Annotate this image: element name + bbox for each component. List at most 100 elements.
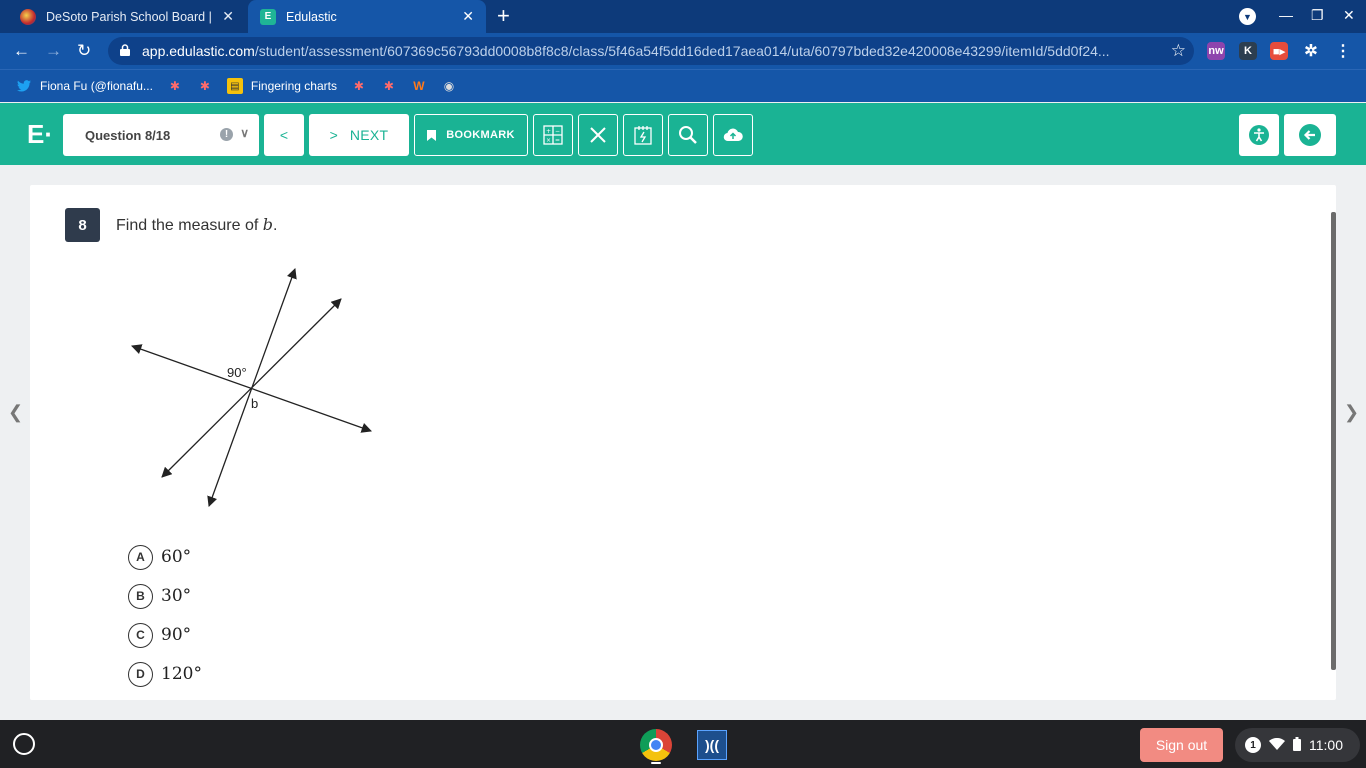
chrome-app-icon[interactable] [640, 729, 672, 761]
browser-toolbar: ← → ↻ app.edulastic.com/student/assessme… [0, 33, 1366, 69]
magnifier-button[interactable] [668, 114, 708, 156]
bookmark-item[interactable]: W [411, 78, 435, 94]
close-tab-icon[interactable]: ✕ [462, 8, 474, 25]
extension-k-icon[interactable]: K [1239, 42, 1257, 60]
exit-assessment-button[interactable] [1284, 114, 1336, 156]
close-icon [590, 127, 606, 143]
intersecting-lines-figure: 90° b [131, 268, 372, 507]
browser-tab-edulastic[interactable]: E Edulastic ✕ [248, 0, 486, 33]
url-host: app.edulastic.com [142, 43, 255, 59]
answer-choice-d[interactable]: D 120° [128, 661, 202, 687]
desoto-favicon-icon [20, 8, 36, 25]
question-selector-label: Question 8/18 [85, 127, 171, 143]
question-stem: Find the measure of b. [116, 215, 277, 235]
status-tray[interactable]: 1 11:00 [1235, 728, 1360, 762]
choice-value: 30° [161, 586, 192, 606]
save-cloud-button[interactable] [713, 114, 753, 156]
bookmark-button[interactable]: BOOKMARK [414, 114, 528, 156]
close-window-icon[interactable]: ✕ [1343, 7, 1355, 24]
tab-search-icon[interactable]: ▼ [1239, 8, 1256, 25]
angle-label-90: 90° [227, 365, 247, 380]
edulastic-favicon-icon: E [260, 8, 276, 25]
chevron-right-icon: > [329, 127, 338, 143]
bookmark-favicon-2-icon: ✱ [199, 79, 210, 93]
previous-question-button[interactable]: < [264, 114, 304, 156]
question-selector[interactable]: Question 8/18 ! ∨ [63, 114, 259, 156]
bookmark-fiona[interactable]: Fiona Fu (@fionafu... [16, 78, 153, 94]
warning-icon: ! [220, 128, 233, 141]
bookmark-item[interactable]: ◉ [441, 78, 465, 94]
bookmark-item[interactable]: ✱ [381, 78, 405, 94]
angle-label-b: b [251, 396, 258, 411]
choice-letter: D [128, 661, 153, 687]
browser-tab-strip: DeSoto Parish School Board | De ✕ E Edul… [0, 0, 1366, 33]
bookmark-item[interactable]: ✱ [197, 78, 221, 94]
chevron-down-icon: ∨ [240, 126, 249, 140]
tab-title: Edulastic [286, 9, 337, 24]
edulastic-logo: E· [27, 119, 53, 149]
calculator-icon: + − × = [543, 125, 563, 145]
bookmarks-bar: Fiona Fu (@fionafu... ✱ ✱ ▤ Fingering ch… [0, 69, 1366, 102]
running-indicator [651, 762, 661, 764]
answer-eliminator-button[interactable] [578, 114, 618, 156]
bookmark-favicon-1-icon: ✱ [169, 79, 180, 93]
question-number-badge: 8 [65, 208, 100, 242]
calculator-button[interactable]: + − × = [533, 114, 573, 156]
chart-favicon-icon: ▤ [226, 78, 243, 94]
new-tab-button[interactable]: + [497, 5, 510, 27]
extension-nw-icon[interactable]: nw [1207, 42, 1225, 60]
restore-icon[interactable]: ❐ [1311, 7, 1324, 24]
choice-letter: C [128, 622, 153, 648]
browser-menu-icon[interactable]: ⋮ [1334, 42, 1352, 60]
tab-title: DeSoto Parish School Board | De [46, 9, 215, 24]
next-question-button[interactable]: > NEXT [309, 114, 409, 156]
previous-arrow-icon[interactable]: ❮ [8, 402, 23, 423]
accessibility-icon [1249, 125, 1269, 145]
stem-suffix: . [273, 217, 278, 234]
answer-choice-a[interactable]: A 60° [128, 544, 191, 570]
bookmark-fingering-charts[interactable]: ▤ Fingering charts [226, 78, 337, 94]
notification-count-badge: 1 [1245, 737, 1261, 753]
close-tab-icon[interactable]: ✕ [222, 8, 234, 25]
stem-variable: b [262, 215, 273, 234]
extension-screencast-icon[interactable]: ■▸ [1270, 42, 1288, 60]
cloud-upload-icon [723, 128, 743, 142]
forward-icon[interactable]: → [45, 41, 62, 61]
bookmark-favicon-4-icon: ✱ [383, 79, 394, 93]
launcher-icon[interactable] [13, 733, 35, 755]
battery-icon [1293, 736, 1301, 754]
screen-recorder-app-icon[interactable]: )(( [697, 730, 727, 760]
extensions-puzzle-icon[interactable]: ✲ [1302, 42, 1320, 60]
wifi-icon [1269, 737, 1285, 753]
accessibility-button[interactable] [1239, 114, 1279, 156]
bookmark-label: BOOKMARK [446, 129, 515, 141]
answer-choice-c[interactable]: C 90° [128, 622, 191, 648]
answer-choice-b[interactable]: B 30° [128, 583, 191, 609]
svg-text:×: × [546, 137, 551, 144]
svg-text:−: − [555, 128, 560, 135]
address-bar[interactable]: app.edulastic.com/student/assessment/607… [108, 37, 1194, 65]
bookmark-icon [427, 129, 437, 141]
bookmark-item[interactable]: ✱ [167, 78, 191, 94]
choice-value: 60° [161, 547, 192, 567]
choice-value: 90° [161, 625, 192, 645]
scratchpad-icon [634, 126, 652, 145]
bookmark-label: Fingering charts [250, 79, 337, 93]
bookmark-item[interactable]: ✱ [351, 78, 375, 94]
sign-out-button[interactable]: Sign out [1140, 728, 1223, 762]
bookmark-favicon-3-icon: ✱ [353, 79, 364, 93]
url-path: /student/assessment/607369c56793dd0008b8… [254, 43, 1110, 59]
minimize-icon[interactable]: — [1279, 7, 1293, 23]
bookmark-favicon-5-icon: ◉ [443, 79, 455, 93]
next-arrow-icon[interactable]: ❯ [1344, 402, 1359, 423]
next-label: NEXT [349, 127, 389, 143]
stem-text: Find the measure of [116, 217, 263, 234]
back-icon[interactable]: ← [13, 41, 30, 61]
reload-icon[interactable]: ↻ [77, 41, 91, 61]
scratchpad-button[interactable] [623, 114, 663, 156]
search-icon [679, 126, 697, 144]
vertical-scrollbar[interactable] [1331, 212, 1336, 670]
browser-tab-desoto[interactable]: DeSoto Parish School Board | De ✕ [8, 0, 246, 33]
bookmark-star-icon[interactable]: ☆ [1171, 41, 1186, 61]
w-favicon-icon: W [413, 79, 425, 93]
